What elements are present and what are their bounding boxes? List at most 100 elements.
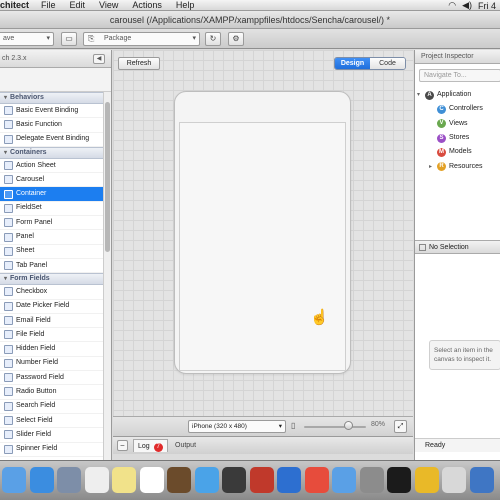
toolbox-item[interactable]: File Field bbox=[0, 328, 104, 343]
menu-file[interactable]: File bbox=[41, 0, 56, 10]
tree-node[interactable]: M Models bbox=[415, 145, 500, 159]
toolbox-item[interactable]: Password Field bbox=[0, 371, 104, 386]
toolbox-item[interactable]: Email Field bbox=[0, 314, 104, 329]
toolbox-item[interactable]: FieldSet bbox=[0, 202, 104, 217]
toolbox-item[interactable]: Hidden Field bbox=[0, 342, 104, 357]
toolbox-item[interactable]: Container bbox=[0, 187, 104, 202]
toolbox-item[interactable]: Tab Panel bbox=[0, 259, 104, 274]
toolbox-item[interactable]: Sheet bbox=[0, 245, 104, 259]
photo-icon[interactable] bbox=[167, 467, 191, 493]
terminal-icon[interactable] bbox=[387, 467, 411, 493]
refresh-button[interactable]: Refresh bbox=[118, 57, 160, 70]
appstore-icon[interactable] bbox=[332, 467, 356, 493]
refresh-icon: ↻ bbox=[209, 34, 217, 43]
finder-icon[interactable] bbox=[2, 467, 26, 493]
settings-button[interactable]: ⚙ bbox=[228, 32, 244, 46]
tree-node[interactable]: V Views bbox=[415, 117, 500, 131]
wifi-icon[interactable]: ◠ bbox=[448, 0, 456, 11]
device-select[interactable]: iPhone (320 x 480) ▾ bbox=[188, 420, 286, 433]
toolbox-item[interactable]: Panel bbox=[0, 230, 104, 245]
toolbox-item[interactable]: Search Field bbox=[0, 400, 104, 414]
window-title: carousel (/Applications/XAMPP/xamppfiles… bbox=[0, 11, 500, 29]
package-dropdown[interactable]: ⎘ Package ▾ bbox=[83, 32, 200, 46]
toolbox-search-area[interactable] bbox=[0, 68, 111, 92]
inspector-title: Project Inspector bbox=[415, 50, 500, 64]
framework-version[interactable]: ch 2.3.x bbox=[2, 55, 27, 62]
toolbox-item[interactable]: Spinner Field bbox=[0, 443, 104, 457]
toolbox-item-label: Delegate Event Binding bbox=[16, 135, 90, 143]
app-menu[interactable]: chitect bbox=[0, 0, 29, 10]
component-icon bbox=[4, 287, 13, 297]
menu-edit[interactable]: Edit bbox=[70, 0, 86, 10]
zoom-slider[interactable] bbox=[304, 426, 366, 428]
save-dropdown[interactable]: ave ▾ bbox=[0, 32, 54, 46]
refresh-toolbar-button[interactable]: ↻ bbox=[205, 32, 221, 46]
tree-node-label: Views bbox=[449, 119, 468, 127]
collapse-icon[interactable]: ◀ bbox=[93, 54, 105, 64]
component-icon bbox=[4, 387, 13, 397]
device-screen[interactable] bbox=[179, 122, 346, 371]
toolbox-item[interactable]: Slider Field bbox=[0, 428, 104, 443]
calendar-icon[interactable] bbox=[84, 467, 109, 493]
toolbox-category[interactable]: ▾ Behaviors bbox=[0, 92, 104, 104]
collapse-log-icon[interactable]: – bbox=[117, 440, 128, 451]
safari-icon[interactable] bbox=[29, 467, 54, 493]
design-tab[interactable]: Design bbox=[335, 58, 370, 69]
volume-icon[interactable]: ◀) bbox=[462, 0, 472, 11]
toolbox-item[interactable]: Carousel bbox=[0, 173, 104, 188]
architect-icon[interactable] bbox=[469, 467, 494, 493]
toolbox-item[interactable]: Radio Button bbox=[0, 385, 104, 400]
toolbox-item[interactable]: Select Field bbox=[0, 414, 104, 429]
clock-text[interactable]: Fri 4 bbox=[478, 1, 496, 11]
layout-toggle-button[interactable]: ▭ bbox=[61, 32, 77, 46]
fit-to-screen-icon[interactable]: ⤢ bbox=[394, 420, 407, 433]
chevron-down-icon: ▾ bbox=[4, 95, 8, 101]
component-icon bbox=[4, 344, 13, 354]
tree-node[interactable]: C Controllers bbox=[415, 102, 500, 116]
music-icon[interactable] bbox=[304, 467, 329, 493]
toolbox-scrollbar[interactable] bbox=[103, 92, 111, 460]
toolbox-category[interactable]: ▾ Containers bbox=[0, 146, 104, 159]
menu-help[interactable]: Help bbox=[176, 0, 195, 10]
zoom-slider-knob[interactable] bbox=[344, 421, 353, 430]
toolbox-item[interactable]: Form Panel bbox=[0, 216, 104, 231]
chrome-icon[interactable] bbox=[414, 467, 439, 493]
toolbox-category[interactable]: ▾ Form Fields bbox=[0, 273, 104, 286]
mail-icon[interactable] bbox=[57, 467, 81, 493]
tree-node[interactable]: ▾ A Application bbox=[415, 88, 500, 102]
code-tab[interactable]: Code bbox=[370, 58, 405, 69]
output-tab[interactable]: Output bbox=[175, 439, 196, 452]
toolbox-item[interactable]: Delegate Event Binding bbox=[0, 133, 104, 147]
facetime-icon[interactable] bbox=[222, 467, 246, 493]
tree-node[interactable]: ▸ R Resources bbox=[415, 159, 500, 173]
reminders-icon[interactable] bbox=[139, 467, 164, 493]
toolbox-panel: ch 2.3.x ◀ ▾ Behaviors Basic Event Binding… bbox=[0, 50, 112, 460]
navigate-field[interactable]: Navigate To... bbox=[419, 69, 500, 82]
toolbox-item-label: Password Field bbox=[16, 373, 64, 381]
itunes-icon[interactable] bbox=[277, 467, 301, 493]
preferences-icon[interactable] bbox=[359, 467, 384, 493]
notes-icon[interactable] bbox=[112, 467, 136, 493]
toolbox-item[interactable]: Action Sheet bbox=[0, 159, 104, 174]
tree-node[interactable]: S Stores bbox=[415, 131, 500, 145]
menu-view[interactable]: View bbox=[99, 0, 118, 10]
tree-node-label: Application bbox=[437, 91, 472, 99]
messages-icon[interactable] bbox=[194, 467, 219, 493]
toolbox-item[interactable]: Date Picker Field bbox=[0, 300, 104, 314]
log-tab[interactable]: Log 7 bbox=[133, 439, 168, 452]
orientation-icon[interactable]: ▯ bbox=[291, 421, 295, 430]
toolbox-header: ch 2.3.x ◀ bbox=[0, 50, 111, 68]
toolbox-item[interactable]: Basic Function bbox=[0, 118, 104, 133]
preview-icon[interactable] bbox=[442, 467, 466, 493]
photobooth-icon[interactable] bbox=[249, 467, 274, 493]
toolbox-item[interactable]: Basic Event Binding bbox=[0, 104, 104, 119]
toolbox-item[interactable]: Checkbox bbox=[0, 285, 104, 300]
expand-icon[interactable]: ▾ bbox=[417, 88, 425, 102]
toolbox-item-label: Hidden Field bbox=[16, 345, 56, 353]
no-selection-label: No Selection bbox=[429, 243, 469, 251]
toolbox-item[interactable]: Number Field bbox=[0, 357, 104, 372]
menu-actions[interactable]: Actions bbox=[132, 0, 162, 10]
scroll-thumb[interactable] bbox=[105, 102, 110, 252]
expand-icon[interactable]: ▸ bbox=[429, 160, 437, 174]
toolbox-item-label: Radio Button bbox=[16, 388, 57, 395]
